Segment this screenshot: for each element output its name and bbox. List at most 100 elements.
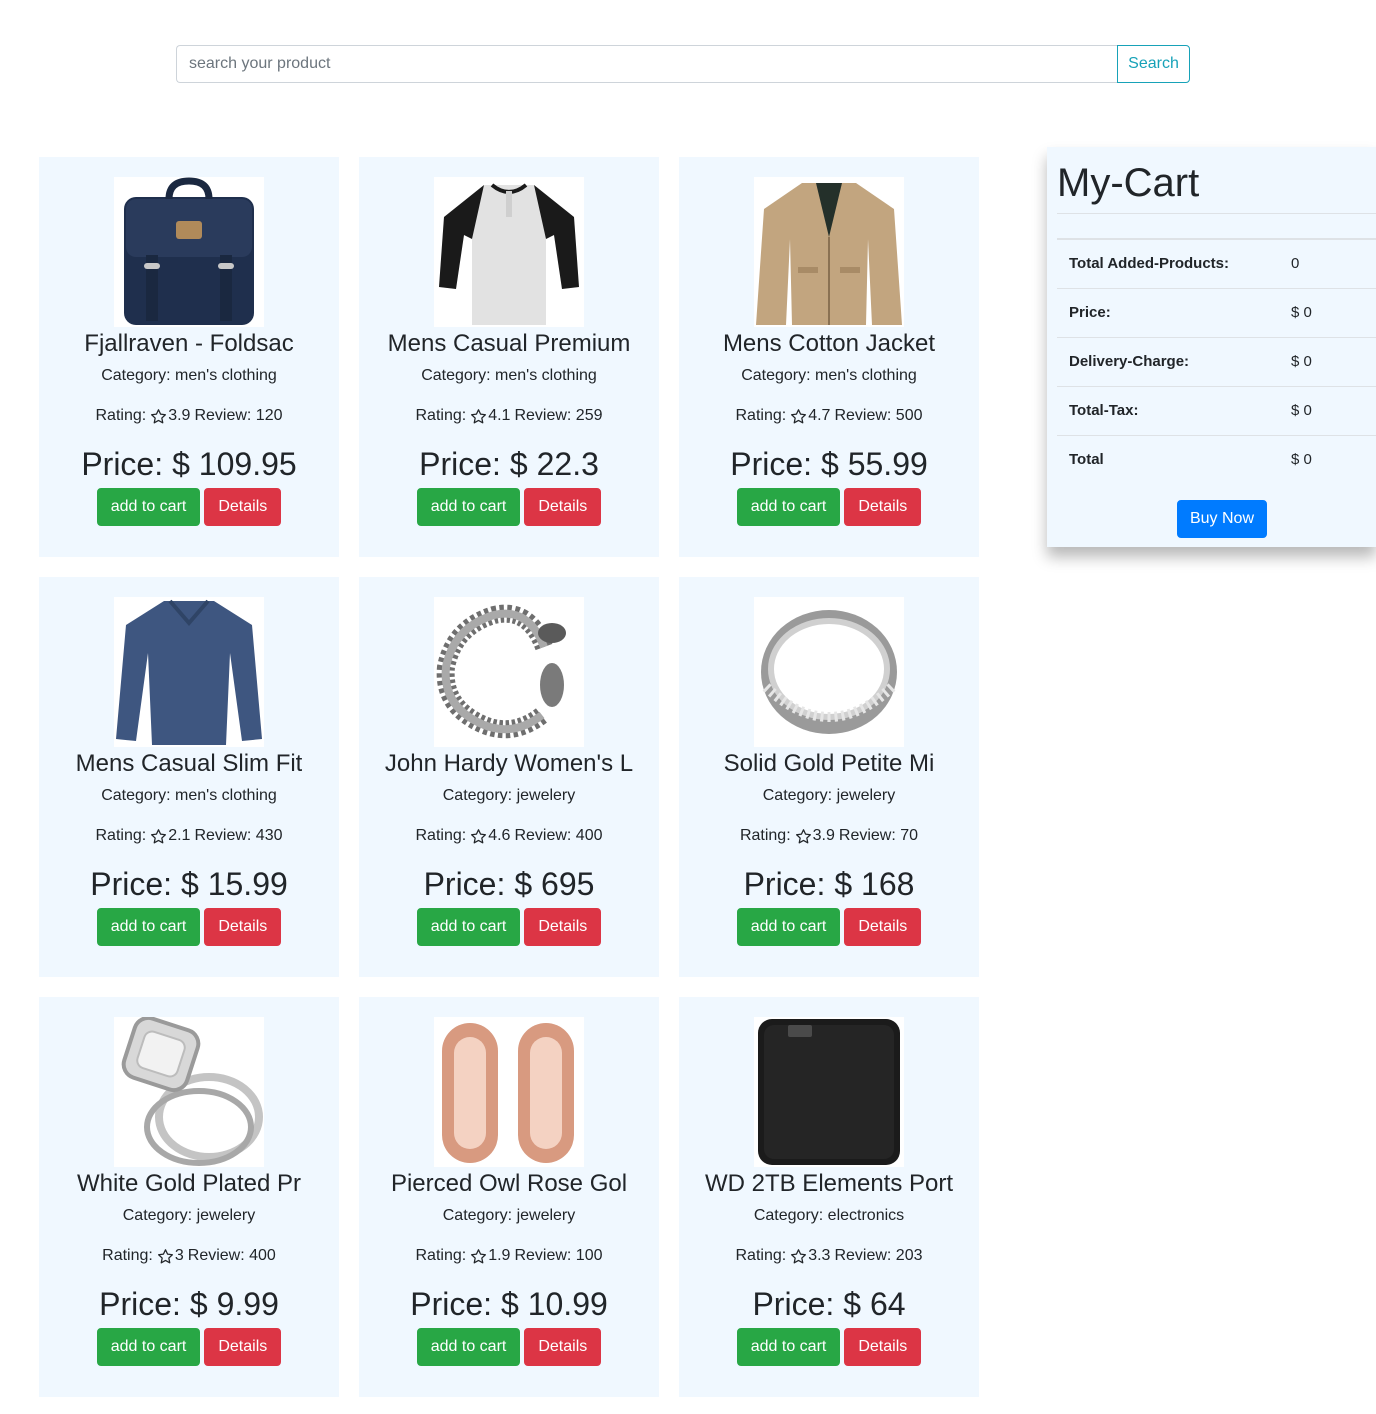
backpack-image xyxy=(124,177,254,325)
add-to-cart-button[interactable]: add to cart xyxy=(96,488,201,526)
product-image xyxy=(754,1017,904,1167)
cart-row-tax: Total-Tax: $ 0 xyxy=(1057,386,1376,435)
product-rating: Rating: 4.1 Review: 259 xyxy=(415,407,603,424)
product-card: Pierced Owl Rose Gol Category: jewelery … xyxy=(359,997,659,1397)
product-title: Mens Cotton Jacket xyxy=(722,330,936,357)
details-button[interactable]: Details xyxy=(844,1328,922,1366)
product-price: Price: $ 55.99 xyxy=(730,446,928,482)
product-rating: Rating: 3 Review: 400 xyxy=(102,1247,276,1264)
product-category: Category: men's clothing xyxy=(421,367,597,384)
details-button[interactable]: Details xyxy=(204,488,282,526)
cart-label: Price: xyxy=(1069,304,1111,321)
product-price: Price: $ 9.99 xyxy=(99,1286,279,1322)
raglan-shirt-image xyxy=(439,183,579,325)
long-sleeve-tee-image xyxy=(116,599,262,745)
product-category: Category: jewelery xyxy=(442,1207,576,1224)
product-title: Solid Gold Petite Mi xyxy=(723,750,935,777)
details-button[interactable]: Details xyxy=(204,908,282,946)
cart-value: 0 xyxy=(1291,255,1300,273)
cart-value: $ 0 xyxy=(1291,451,1312,469)
product-image xyxy=(114,597,264,747)
star-icon xyxy=(157,1248,173,1263)
dragon-bracelet-image xyxy=(436,604,566,739)
rose-gold-tunnels-image xyxy=(442,1023,574,1163)
product-category: Category: electronics xyxy=(753,1207,905,1224)
product-rating: Rating: 4.6 Review: 400 xyxy=(415,827,603,844)
product-category: Category: jewelery xyxy=(762,787,896,804)
product-image xyxy=(114,1017,264,1167)
product-image xyxy=(754,177,904,327)
jacket-image xyxy=(756,183,902,325)
add-to-cart-button[interactable]: add to cart xyxy=(416,488,521,526)
cart-value: $ 0 xyxy=(1291,304,1312,321)
star-icon xyxy=(471,408,487,423)
product-card: Mens Casual Premium Category: men's clot… xyxy=(359,157,659,557)
product-category: Category: men's clothing xyxy=(101,787,277,804)
product-price: Price: $ 695 xyxy=(423,866,595,902)
product-rating: Rating: 2.1 Review: 430 xyxy=(95,827,283,844)
hard-drive-image xyxy=(758,1019,900,1165)
product-title: White Gold Plated Pr xyxy=(76,1170,302,1197)
cart-value: $ 0 xyxy=(1291,353,1312,370)
cart-row-delivery: Delivery-Charge: $ 0 xyxy=(1057,337,1376,386)
product-rating: Rating: 3.3 Review: 203 xyxy=(735,1247,923,1264)
star-icon xyxy=(791,1248,807,1263)
product-card: White Gold Plated Pr Category: jewelery … xyxy=(39,997,339,1397)
product-image xyxy=(434,177,584,327)
product-price: Price: $ 10.99 xyxy=(410,1286,608,1322)
product-card: Mens Cotton Jacket Category: men's cloth… xyxy=(679,157,979,557)
add-to-cart-button[interactable]: add to cart xyxy=(736,1328,841,1366)
details-button[interactable]: Details xyxy=(844,908,922,946)
product-image xyxy=(754,597,904,747)
details-button[interactable]: Details xyxy=(524,1328,602,1366)
diamond-ring-image xyxy=(121,1017,263,1166)
add-to-cart-button[interactable]: add to cart xyxy=(736,488,841,526)
add-to-cart-button[interactable]: add to cart xyxy=(416,908,521,946)
product-card: Solid Gold Petite Mi Category: jewelery … xyxy=(679,577,979,977)
cart-label: Total Added-Products: xyxy=(1069,255,1229,273)
add-to-cart-button[interactable]: add to cart xyxy=(96,908,201,946)
details-button[interactable]: Details xyxy=(524,488,602,526)
product-title: Fjallraven - Foldsac xyxy=(84,330,294,357)
product-rating: Rating: 3.9 Review: 70 xyxy=(739,827,919,844)
search-input[interactable] xyxy=(176,45,1117,83)
cart-label: Delivery-Charge: xyxy=(1069,353,1190,370)
silver-ring-image xyxy=(761,610,897,734)
product-image xyxy=(434,597,584,747)
search-bar: Search xyxy=(176,45,1190,83)
star-icon xyxy=(795,828,811,843)
add-to-cart-button[interactable]: add to cart xyxy=(416,1328,521,1366)
product-price: Price: $ 15.99 xyxy=(90,866,288,902)
cart-label: Total xyxy=(1069,451,1104,469)
details-button[interactable]: Details xyxy=(204,1328,282,1366)
product-price: Price: $ 22.3 xyxy=(419,446,599,482)
product-title: John Hardy Women's L xyxy=(384,750,634,777)
star-icon xyxy=(791,408,807,423)
cart-row-total: Total $ 0 xyxy=(1057,435,1376,484)
search-button[interactable]: Search xyxy=(1117,45,1190,83)
product-price: Price: $ 109.95 xyxy=(81,446,297,482)
product-title: WD 2TB Elements Port xyxy=(704,1170,954,1197)
product-rating: Rating: 1.9 Review: 100 xyxy=(415,1247,603,1264)
product-rating: Rating: 4.7 Review: 500 xyxy=(735,407,923,424)
product-rating: Rating: 3.9 Review: 120 xyxy=(95,407,283,424)
buy-now-button[interactable]: Buy Now xyxy=(1177,500,1267,538)
star-icon xyxy=(471,1248,487,1263)
star-icon xyxy=(471,828,487,843)
cart-title: My-Cart xyxy=(1057,147,1376,214)
details-button[interactable]: Details xyxy=(844,488,922,526)
product-price: Price: $ 168 xyxy=(743,866,915,902)
product-grid: Fjallraven - Foldsac Category: men's clo… xyxy=(39,157,979,1397)
cart-row-total-products: Total Added-Products: 0 xyxy=(1057,239,1376,288)
product-title: Mens Casual Slim Fit xyxy=(75,750,303,777)
product-card: John Hardy Women's L Category: jewelery … xyxy=(359,577,659,977)
add-to-cart-button[interactable]: add to cart xyxy=(96,1328,201,1366)
star-icon xyxy=(151,828,167,843)
product-category: Category: jewelery xyxy=(442,787,576,804)
add-to-cart-button[interactable]: add to cart xyxy=(736,908,841,946)
cart-summary-table: Total Added-Products: 0 Price: $ 0 Deliver… xyxy=(1057,238,1376,484)
details-button[interactable]: Details xyxy=(524,908,602,946)
cart-panel: My-Cart Total Added-Products: 0 Price: $ 0… xyxy=(1047,147,1376,547)
product-category: Category: men's clothing xyxy=(101,367,277,384)
product-category: Category: jewelery xyxy=(122,1207,256,1224)
